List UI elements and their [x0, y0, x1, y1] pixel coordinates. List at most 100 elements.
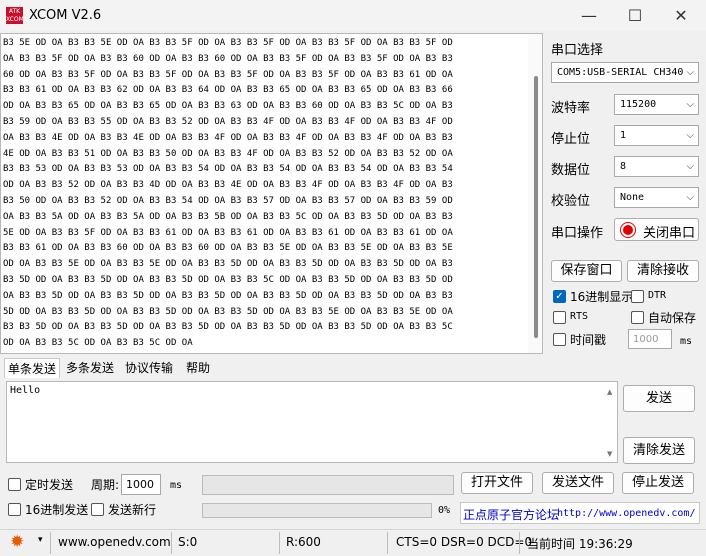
- send-progress-bar: [202, 503, 432, 518]
- scroll-up-icon[interactable]: ▲: [607, 388, 612, 396]
- data-bits-label: 数据位: [551, 163, 591, 178]
- port-select[interactable]: COM5:USB-SERIAL CH340 ⌵: [551, 62, 699, 83]
- receive-line: 60 OD OA B3 B3 5F OD OA B3 B3 5F OD OA B…: [3, 69, 453, 80]
- hex-display-checkbox[interactable]: ✓: [553, 290, 566, 303]
- receive-line: 4E OD OA B3 B3 51 OD OA B3 B3 50 OD OA B…: [3, 148, 453, 159]
- send-file-button[interactable]: 发送文件: [542, 472, 614, 494]
- clear-receive-button[interactable]: 清除接收: [627, 260, 699, 282]
- status-time: 当前时间 19:36:29: [527, 537, 633, 551]
- send-progress-text: 0%: [438, 505, 451, 516]
- port-label: 串口选择: [551, 43, 604, 58]
- chevron-down-icon: ⌵: [686, 130, 694, 141]
- save-window-button[interactable]: 保存窗口: [551, 260, 622, 282]
- auto-save-checkbox[interactable]: [631, 311, 644, 324]
- rts-label: RTS: [570, 311, 589, 322]
- maximize-button[interactable]: ☐: [612, 0, 658, 31]
- settings-gear-icon[interactable]: ✹: [10, 532, 24, 552]
- forum-link[interactable]: 正点原子官方论坛 http://www.openedv.com/: [460, 502, 700, 524]
- stop-bits-value: 1: [620, 130, 627, 141]
- status-sent-count: S:0: [178, 535, 198, 549]
- chevron-down-icon: ⌵: [686, 192, 694, 203]
- timed-send-checkbox[interactable]: [8, 478, 21, 491]
- stop-send-button[interactable]: 停止发送: [622, 472, 694, 494]
- send-button[interactable]: 发送: [623, 385, 695, 412]
- stop-bits-select[interactable]: 1 ⌵: [614, 125, 699, 146]
- receive-line: B3 B3 53 OD OA B3 B3 53 OD OA B3 B3 54 O…: [3, 164, 453, 175]
- tab-protocol[interactable]: 协议传输: [122, 358, 176, 378]
- status-divider: [519, 532, 520, 554]
- receive-line: B3 5E OD OA B3 B3 5E OD OA B3 B3 5F OD O…: [3, 38, 453, 48]
- baud-select-value: 115200: [620, 99, 657, 110]
- receive-line: B3 B3 61 OD OA B3 B3 60 OD OA B3 B3 60 O…: [3, 243, 453, 254]
- hex-send-checkbox[interactable]: [8, 503, 21, 516]
- receive-line: OD OA B3 B3 5E OD OA B3 B3 5E OD OA B3 B…: [3, 259, 453, 270]
- chevron-down-icon: ⌵: [686, 99, 694, 110]
- tab-single-send[interactable]: 单条发送: [4, 358, 61, 378]
- status-signals: CTS=0 DSR=0 DCD=0: [396, 535, 533, 549]
- timestamp-ms-input[interactable]: 1000: [628, 329, 672, 349]
- hex-display-label: 16进制显示: [570, 290, 634, 304]
- tab-multi-send[interactable]: 多条发送: [63, 358, 117, 378]
- receive-scroll-thumb[interactable]: [534, 76, 538, 338]
- auto-save-label: 自动保存: [648, 311, 697, 325]
- data-bits-value: 8: [620, 161, 627, 172]
- receive-line: B3 50 OD OA B3 B3 52 OD OA B3 B3 54 OD O…: [3, 195, 453, 206]
- port-operation-label: 串口操作: [551, 226, 604, 241]
- close-port-button[interactable]: 关闭串口: [614, 218, 699, 241]
- status-divider: [50, 532, 51, 554]
- period-unit: ms: [170, 480, 183, 491]
- receive-line: OA B3 B3 5A OD OA B3 B3 5A OD OA B3 B3 5…: [3, 211, 453, 222]
- scroll-down-icon[interactable]: ▼: [607, 450, 612, 458]
- parity-select[interactable]: None ⌵: [614, 187, 699, 208]
- port-select-value: COM5:USB-SERIAL CH340: [557, 67, 684, 78]
- dtr-label: DTR: [648, 290, 667, 301]
- app-logo: ATK XCOM: [6, 7, 24, 24]
- status-divider: [171, 532, 172, 554]
- clear-send-button[interactable]: 清除发送: [623, 437, 695, 464]
- receive-line: OA B3 B3 5D OD OA B3 B3 5D OD OA B3 B3 5…: [3, 290, 453, 301]
- send-newline-label: 发送新行: [108, 503, 157, 517]
- hex-send-label: 16进制发送: [25, 503, 89, 517]
- send-file-path: [202, 475, 454, 495]
- close-window-button[interactable]: ✕: [658, 0, 704, 31]
- baud-select[interactable]: 115200 ⌵: [614, 94, 699, 115]
- timestamp-checkbox[interactable]: [553, 333, 566, 346]
- receive-line: OA B3 B3 5F OD OA B3 B3 60 OD OA B3 B3 6…: [3, 53, 453, 64]
- send-newline-checkbox[interactable]: [91, 503, 104, 516]
- receive-line: B3 B3 61 OD OA B3 B3 62 OD OA B3 B3 64 O…: [3, 85, 453, 96]
- parity-label: 校验位: [551, 194, 591, 209]
- forum-link-url[interactable]: http://www.openedv.com/: [557, 508, 695, 519]
- status-website[interactable]: www.openedv.com: [58, 535, 171, 549]
- receive-line: B3 59 OD OA B3 B3 55 OD OA B3 B3 52 OD O…: [3, 116, 453, 127]
- data-bits-select[interactable]: 8 ⌵: [614, 156, 699, 177]
- baud-label: 波特率: [551, 101, 591, 116]
- receive-line: 5E OD OA B3 B3 5F OD OA B3 B3 61 OD OA B…: [3, 227, 453, 238]
- close-port-label: 关闭串口: [643, 226, 696, 241]
- chevron-down-icon: ⌵: [686, 161, 694, 172]
- parity-value: None: [620, 192, 645, 203]
- forum-link-text[interactable]: 正点原子官方论坛: [463, 506, 559, 523]
- receive-line: OD OA B3 B3 65 OD OA B3 B3 65 OD OA B3 B…: [3, 101, 453, 112]
- tab-help[interactable]: 帮助: [183, 358, 213, 378]
- send-input[interactable]: Hello ▲ ▼: [6, 381, 618, 463]
- dtr-checkbox[interactable]: [631, 290, 644, 303]
- port-status-icon: [621, 223, 635, 237]
- status-divider: [279, 532, 280, 554]
- receive-line: OA B3 B3 4E OD OA B3 B3 4E OD OA B3 B3 4…: [3, 132, 453, 143]
- receive-line: B3 B3 5D OD OA B3 B3 5D OD OA B3 B3 5D O…: [3, 322, 453, 333]
- title-bar: ATK XCOM XCOM V2.6 — ☐ ✕: [0, 0, 706, 31]
- chevron-down-icon: ⌵: [686, 67, 694, 78]
- open-file-button[interactable]: 打开文件: [461, 472, 533, 494]
- receive-line: OD OA B3 B3 52 OD OA B3 B3 4D OD OA B3 B…: [3, 180, 453, 191]
- chevron-down-icon[interactable]: ▾: [38, 535, 43, 545]
- receive-line: OD OA B3 B3 5C OD OA B3 B3 5C OD OA: [3, 338, 193, 349]
- minimize-button[interactable]: —: [566, 0, 612, 31]
- rts-checkbox[interactable]: [553, 311, 566, 324]
- receive-text: B3 5E OD OA B3 B3 5E OD OA B3 B3 5F OD O…: [3, 36, 523, 352]
- timestamp-label: 时间戳: [570, 333, 607, 347]
- period-input[interactable]: 1000: [121, 474, 161, 495]
- receive-area[interactable]: B3 5E OD OA B3 B3 5E OD OA B3 B3 5F OD O…: [0, 33, 543, 354]
- period-label: 周期:: [91, 478, 120, 492]
- send-scrollbar[interactable]: ▲ ▼: [603, 382, 617, 462]
- status-divider: [387, 532, 388, 554]
